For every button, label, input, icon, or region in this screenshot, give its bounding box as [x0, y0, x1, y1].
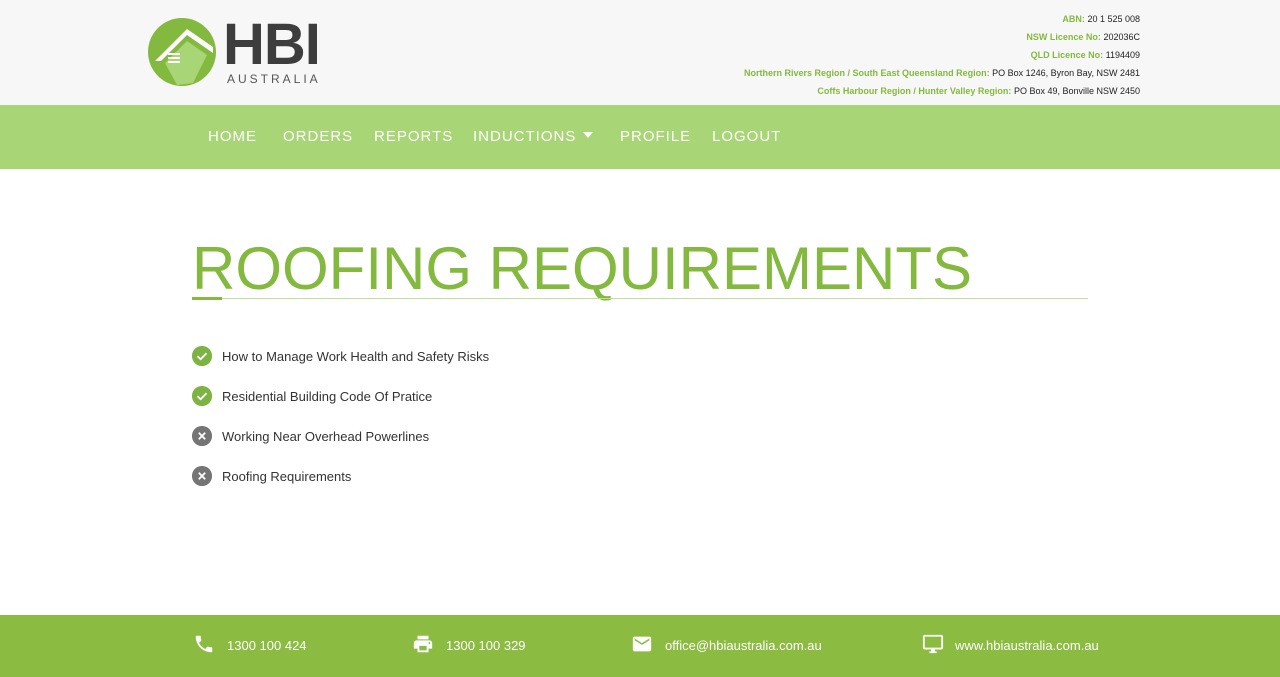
cross-circle-icon	[192, 466, 212, 486]
company-info: ABN: 20 1 525 008 NSW Licence No: 202036…	[744, 10, 1140, 100]
logo-wordmark: HBI	[223, 12, 321, 77]
check-circle-icon	[192, 386, 212, 406]
caret-down-icon	[583, 132, 594, 138]
title-divider-accent	[192, 297, 222, 300]
logo-subtitle: AUSTRALIA	[227, 72, 321, 86]
email-icon	[632, 636, 652, 652]
northern-region-line: Northern Rivers Region / South East Quee…	[744, 68, 1140, 78]
house-logo-icon	[148, 18, 216, 86]
abn-line: ABN: 20 1 525 008	[1062, 14, 1140, 24]
nav-inductions[interactable]: INDUCTIONS	[473, 128, 594, 145]
footer: 1300 100 424 1300 100 329 office@hbiaust…	[0, 615, 1280, 677]
title-divider	[192, 298, 1088, 299]
main-nav: HOME ORDERS REPORTS INDUCTIONS PROFILE L…	[0, 105, 1280, 169]
check-circle-icon	[192, 346, 212, 366]
nav-orders[interactable]: ORDERS	[283, 128, 353, 145]
list-item-label: Residential Building Code Of Pratice	[222, 389, 433, 404]
website-url: www.hbiaustralia.com.au	[955, 638, 1099, 653]
page-title: ROOFING REQUIREMENTS	[192, 235, 973, 302]
nsw-licence-line: NSW Licence No: 202036C	[1026, 32, 1140, 42]
printer-icon	[413, 635, 433, 653]
qld-licence-line: QLD Licence No: 1194409	[1030, 50, 1140, 60]
nav-home[interactable]: HOME	[208, 128, 257, 145]
list-item-label: Roofing Requirements	[222, 469, 352, 484]
cross-circle-icon	[192, 426, 212, 446]
monitor-icon	[922, 634, 944, 654]
phone-number: 1300 100 424	[227, 638, 307, 653]
nav-inductions-label: INDUCTIONS	[473, 128, 577, 145]
list-item-label: How to Manage Work Health and Safety Ris…	[222, 349, 490, 364]
list-item-label: Working Near Overhead Powerlines	[222, 429, 430, 444]
coffs-region-line: Coffs Harbour Region / Hunter Valley Reg…	[817, 86, 1140, 96]
fax-number: 1300 100 329	[446, 638, 526, 653]
nav-reports[interactable]: REPORTS	[374, 128, 453, 145]
nav-profile[interactable]: PROFILE	[620, 128, 691, 145]
phone-icon	[195, 635, 213, 653]
hbi-logo[interactable]: HBI AUSTRALIA	[147, 12, 327, 89]
nav-logout[interactable]: LOGOUT	[712, 128, 781, 145]
header: HBI AUSTRALIA ABN: 20 1 525 008 NSW Lice…	[0, 0, 1280, 105]
email-address: office@hbiaustralia.com.au	[665, 638, 822, 653]
